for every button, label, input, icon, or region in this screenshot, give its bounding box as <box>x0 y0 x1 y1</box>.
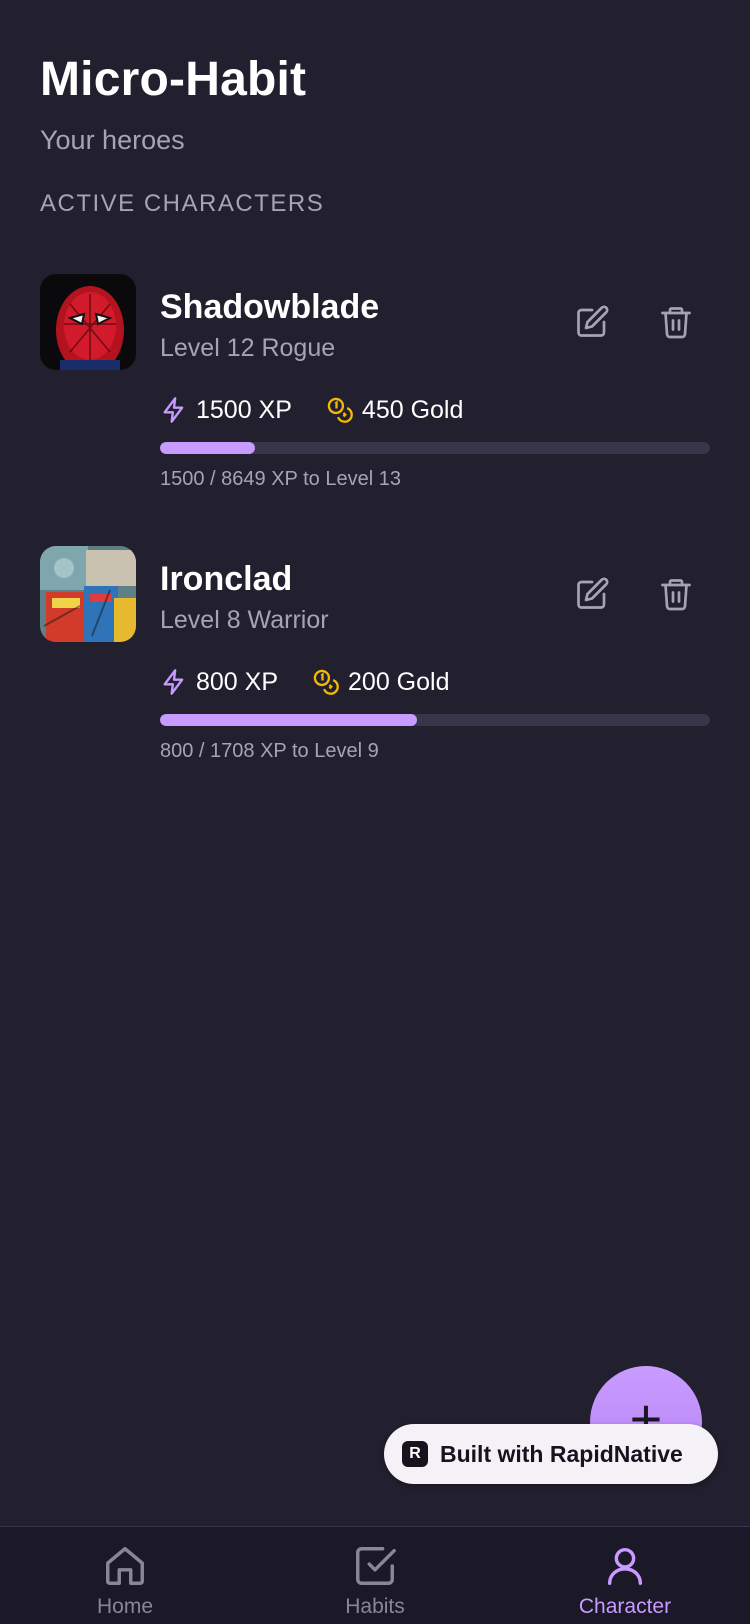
tab-label: Character <box>578 1595 672 1618</box>
xp-stat: 1500 XP <box>160 396 292 425</box>
character-stats: 1500 XP 450 Gold <box>160 392 463 428</box>
lightning-icon <box>163 669 184 695</box>
tab-character[interactable]: Character <box>545 1543 705 1619</box>
character-class: Level 8 Warrior <box>160 606 329 634</box>
xp-progress-fill <box>160 714 418 726</box>
edit-icon <box>577 577 609 609</box>
gold-stat: 450 Gold <box>326 396 463 425</box>
xp-value: 800 XP <box>196 667 279 696</box>
comic-collage-avatar-image <box>40 546 136 642</box>
character-class: Level 12 Rogue <box>160 334 336 362</box>
avatar <box>40 546 136 642</box>
xp-progress-text: 800 / 1708 XP to Level 9 <box>160 740 379 762</box>
tab-home[interactable]: Home <box>45 1543 205 1619</box>
tab-habits[interactable]: Habits <box>295 1543 455 1619</box>
trash-icon <box>661 579 691 611</box>
character-name: Ironclad <box>160 560 293 598</box>
edit-button[interactable] <box>570 300 614 344</box>
xp-value: 1500 XP <box>196 395 292 424</box>
built-with-badge[interactable]: R Built with RapidNative <box>384 1424 718 1484</box>
edit-icon <box>577 305 609 337</box>
user-icon <box>607 1547 643 1585</box>
coins-icon <box>313 669 339 695</box>
app-title: Micro-Habit <box>40 53 307 106</box>
tab-label: Home <box>96 1595 154 1618</box>
section-label: ACTIVE CHARACTERS <box>40 190 325 217</box>
gold-value: 450 Gold <box>361 395 464 424</box>
xp-stat: 800 XP <box>160 668 278 697</box>
rapidnative-logo-icon: R <box>402 1441 428 1467</box>
tab-label: Habits <box>345 1595 405 1618</box>
xp-progress-text: 1500 / 8649 XP to Level 13 <box>160 468 401 490</box>
avatar <box>40 274 136 370</box>
home-icon <box>106 1547 144 1585</box>
page-subtitle: Your heroes <box>40 125 185 155</box>
header: Micro-Habit Your heroes <box>40 52 306 156</box>
badge-text: Built with RapidNative <box>440 1440 683 1467</box>
xp-progress-fill <box>160 442 256 454</box>
gold-stat: 200 Gold <box>312 668 449 697</box>
character-card-ironclad[interactable]: Ironclad Level 8 Warrior 800 XP 200 Gold <box>40 546 710 776</box>
character-stats: 800 XP 200 Gold <box>160 664 449 700</box>
lightning-icon <box>163 397 184 423</box>
gold-value: 200 Gold <box>348 667 450 696</box>
check-square-icon <box>356 1547 396 1585</box>
delete-button[interactable] <box>654 572 698 616</box>
xp-progress-bar <box>160 714 710 726</box>
edit-button[interactable] <box>570 572 614 616</box>
spider-hero-avatar-image <box>40 274 136 370</box>
trash-icon <box>661 307 691 339</box>
character-name: Shadowblade <box>160 288 380 326</box>
bottom-tab-bar: Home Habits Character <box>0 1526 750 1624</box>
delete-button[interactable] <box>654 300 698 344</box>
character-card-shadowblade[interactable]: Shadowblade Level 12 Rogue 1500 XP 450 G… <box>40 274 710 504</box>
xp-progress-bar <box>160 442 710 454</box>
coins-icon <box>327 397 353 423</box>
